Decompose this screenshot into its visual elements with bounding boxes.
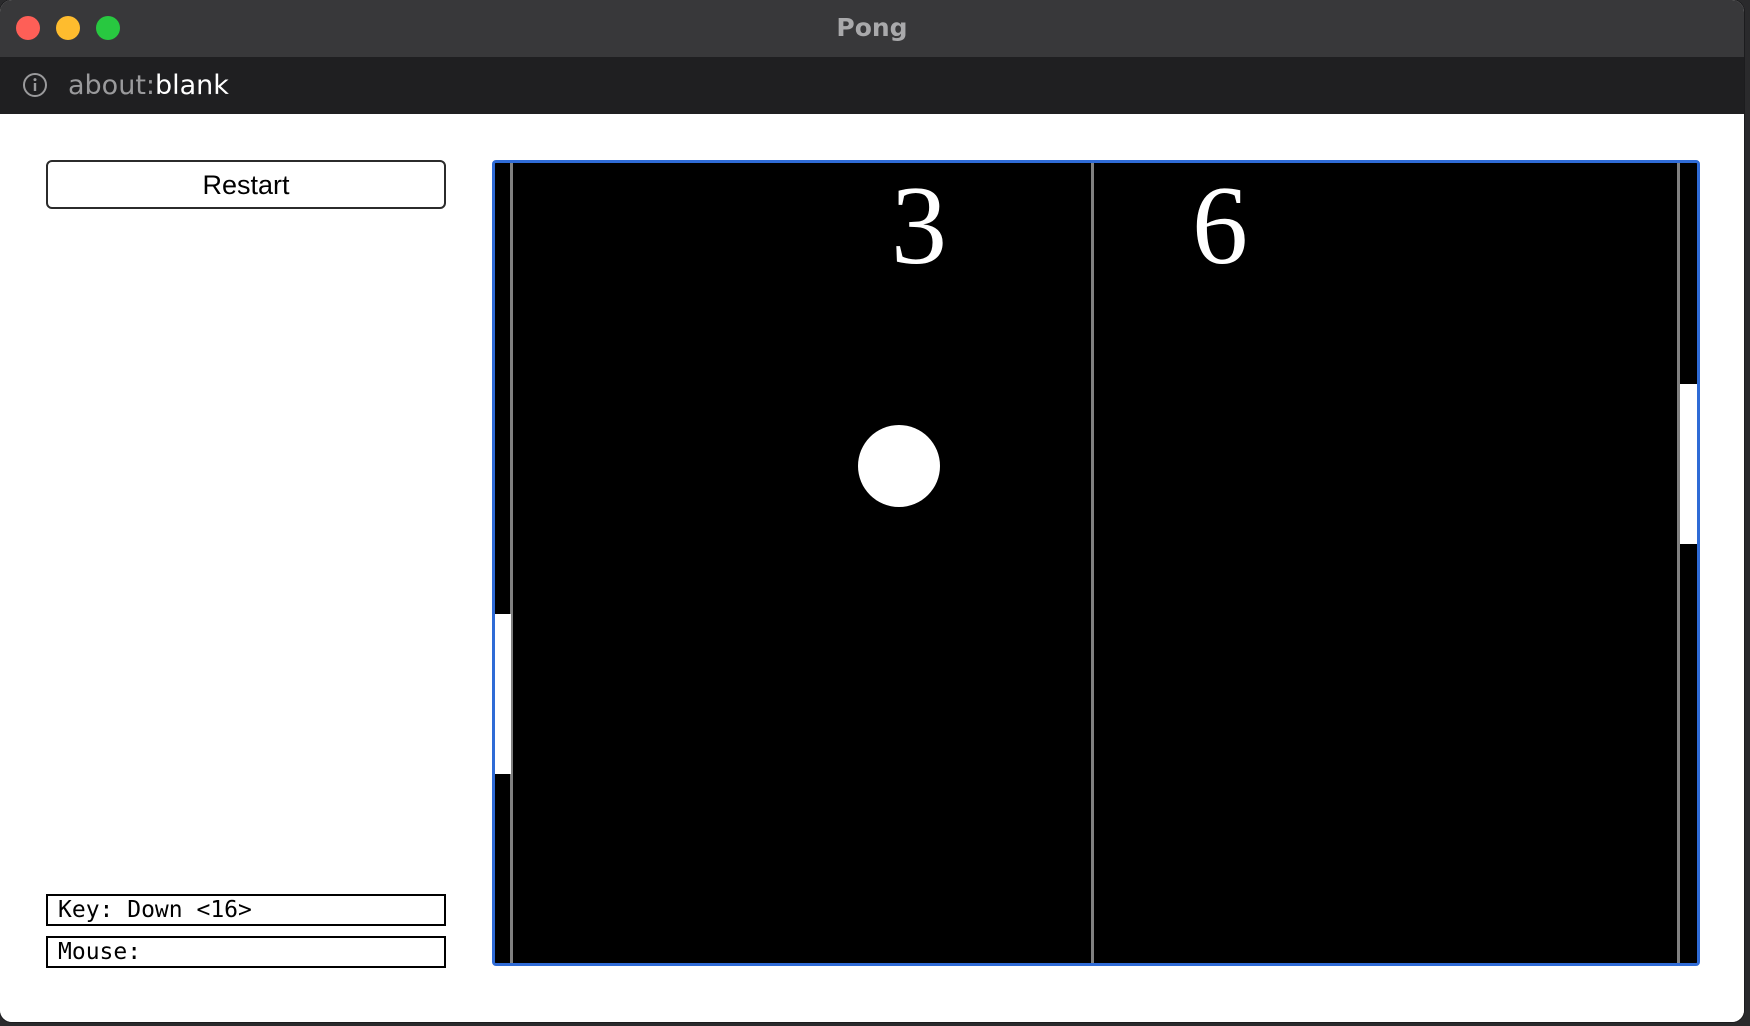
right-player-score: 6 (1192, 164, 1248, 288)
left-player-score: 3 (891, 164, 947, 288)
right-paddle (1680, 384, 1697, 544)
pong-game-canvas[interactable]: 3 6 (492, 160, 1700, 966)
url-scheme: about: (68, 70, 155, 101)
center-line (1091, 163, 1094, 963)
right-goal-line (1677, 163, 1680, 963)
left-goal-line (510, 163, 513, 963)
playfield-background (495, 163, 1697, 963)
address-bar[interactable]: about:blank (0, 58, 1744, 114)
key-status-field: Key: Down <16> (46, 894, 446, 926)
page-content: Restart Key: Down <16> Mouse: 3 6 (0, 114, 1744, 1022)
left-paddle (495, 614, 511, 774)
restart-button[interactable]: Restart (46, 160, 446, 209)
browser-window: Pong about:blank Restart Key: Down <16> … (0, 0, 1744, 1022)
mouse-status-field: Mouse: (46, 936, 446, 968)
url-display[interactable]: about:blank (68, 58, 229, 114)
info-icon[interactable] (22, 72, 48, 98)
ball (858, 425, 940, 507)
url-path: blank (155, 70, 229, 101)
pong-field: 3 6 (495, 163, 1697, 963)
window-title: Pong (836, 13, 908, 42)
title-bar[interactable]: Pong (0, 0, 1744, 58)
